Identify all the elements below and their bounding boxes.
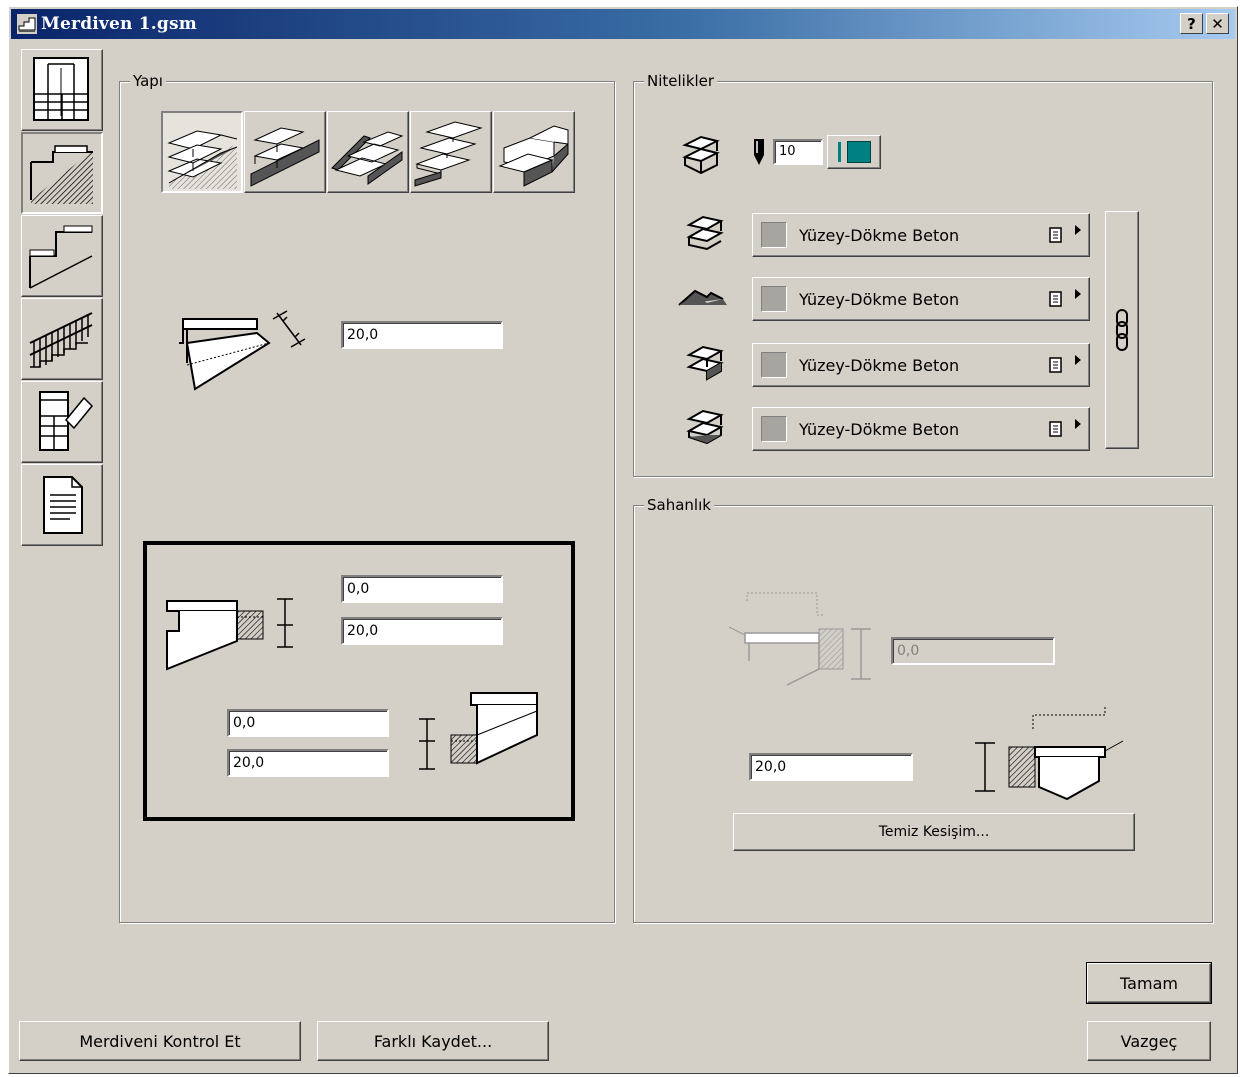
structure-type-open-tread[interactable] (327, 111, 409, 193)
open-tread-stair-icon (331, 131, 404, 185)
thickness-field[interactable]: 20,0 (341, 321, 503, 349)
help-button[interactable]: ? (1180, 13, 1203, 34)
stair-structure-icon (30, 145, 93, 204)
material-swatch-4 (761, 416, 787, 442)
material-label-3: Yüzey-Dökme Beton (799, 355, 960, 375)
save-as-button[interactable]: Farklı Kaydet... (317, 1021, 549, 1061)
material-label-2: Yüzey-Dökme Beton (799, 289, 960, 309)
chain-link-icon (1116, 309, 1128, 351)
stair-app-icon (17, 14, 37, 34)
cancel-button[interactable]: Vazgeç (1087, 1021, 1211, 1061)
material-doc-icon (1049, 291, 1062, 307)
title-bar[interactable]: Merdiven 1.gsm ? ✕ (11, 9, 1235, 39)
landing-top-diagram (728, 592, 871, 686)
pen-color-swatch (846, 141, 871, 163)
tab-plan-symbol[interactable] (21, 381, 103, 463)
structure-type-stringer[interactable] (244, 111, 326, 193)
top-top-field[interactable]: 0,0 (227, 709, 389, 737)
material-doc-icon (1049, 421, 1062, 437)
material-button-2[interactable]: Yüzey-Dökme Beton (752, 277, 1090, 321)
pen-icon (754, 139, 764, 165)
bottom-top-field[interactable]: 0,0 (341, 575, 503, 603)
top-bottom-field[interactable]: 20,0 (227, 749, 389, 777)
stringer-icon (29, 225, 93, 289)
material-swatch-3 (761, 352, 787, 378)
tab-stringer[interactable] (21, 215, 103, 297)
stair-thickness-diagram (179, 310, 306, 391)
material-label-4: Yüzey-Dökme Beton (799, 419, 960, 439)
tab-railing[interactable] (21, 298, 103, 380)
structure-type-block[interactable] (493, 111, 575, 193)
stair-surface-icon (682, 135, 720, 175)
window-title: Merdiven 1.gsm (41, 14, 197, 34)
bottom-bottom-field[interactable]: 20,0 (341, 617, 503, 645)
tab-listing[interactable] (21, 464, 103, 546)
dialog-window: Merdiven 1.gsm ? ✕ Yapı 20,0 0,0 20,0 0,… (8, 6, 1238, 1074)
material-label-1: Yüzey-Dökme Beton (799, 225, 960, 245)
material-arrow-icon (1075, 289, 1081, 299)
tab-plan-view[interactable] (21, 49, 103, 131)
pen-number-field[interactable]: 10 (773, 139, 823, 165)
link-materials-button[interactable] (1105, 211, 1139, 449)
material-arrow-icon (1075, 355, 1081, 365)
bottom-surface-icon (686, 409, 724, 445)
plan-edit-icon (39, 391, 94, 451)
material-button-4[interactable]: Yüzey-Dökme Beton (752, 407, 1090, 451)
side-surface-icon (678, 289, 727, 306)
stringer-stair-icon (250, 127, 320, 187)
pen-line-swatch (837, 142, 841, 162)
material-swatch-1 (761, 222, 787, 248)
check-stair-button[interactable]: Merdiveni Kontrol Et (19, 1021, 301, 1061)
material-arrow-icon (1075, 419, 1081, 429)
sahanlik-group-title: Sahanlık (644, 496, 714, 514)
ok-button[interactable]: Tamam (1086, 962, 1212, 1004)
clean-cut-button[interactable]: Temiz Kesişim... (733, 813, 1135, 851)
document-icon (43, 476, 83, 534)
cantilever-stair-icon (414, 121, 483, 187)
material-button-3[interactable]: Yüzey-Dökme Beton (752, 343, 1090, 387)
bottom-end-diagram (166, 598, 293, 671)
pen-color-button[interactable] (827, 135, 881, 169)
nitelikler-group-title: Nitelikler (644, 72, 718, 90)
material-doc-icon (1049, 357, 1062, 373)
tab-structure[interactable] (21, 132, 103, 214)
landing-top-field[interactable]: 0,0 (891, 637, 1055, 665)
close-button[interactable]: ✕ (1206, 13, 1229, 34)
material-swatch-2 (761, 286, 787, 312)
top-end-diagram (419, 692, 538, 770)
structure-type-cantilever[interactable] (410, 111, 492, 193)
tread-surface-icon (686, 215, 724, 251)
riser-surface-icon (686, 345, 724, 381)
solid-stair-icon (167, 130, 238, 189)
railing-icon (29, 312, 93, 368)
material-button-1[interactable]: Yüzey-Dökme Beton (752, 213, 1090, 257)
material-doc-icon (1049, 227, 1062, 243)
yapi-group-title: Yapı (130, 72, 166, 90)
landing-bottom-field[interactable]: 20,0 (749, 753, 913, 781)
landing-bottom-diagram (975, 707, 1124, 801)
block-stair-icon (498, 125, 569, 187)
material-arrow-icon (1075, 225, 1081, 235)
structure-type-solid[interactable] (161, 111, 243, 193)
plan-view-icon (33, 57, 89, 121)
